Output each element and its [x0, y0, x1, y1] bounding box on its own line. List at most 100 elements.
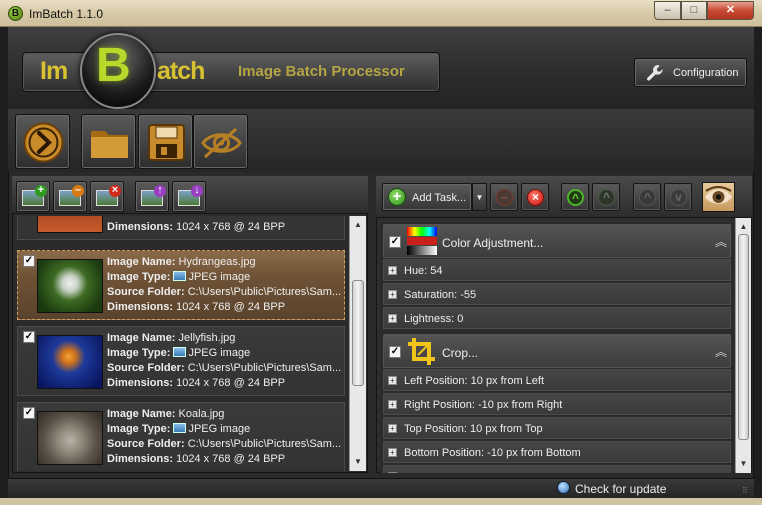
expand-tasks-button[interactable]: ^	[592, 183, 620, 211]
add-task-dropdown[interactable]: ▼	[472, 183, 487, 211]
image-folder: C:\Users\Public\Pictures\Sam...	[187, 286, 342, 298]
image-info: Dimensions: 1024 x 768 @ 24 BPP	[107, 221, 286, 233]
image-folder: C:\Users\Public\Pictures\Sam...	[187, 438, 342, 450]
open-folder-button[interactable]	[81, 114, 136, 169]
window-title: ImBatch 1.1.0	[29, 7, 104, 21]
x-circle-icon: ×	[527, 189, 544, 206]
maximize-button[interactable]: □	[681, 1, 707, 20]
plus-icon: +	[35, 185, 47, 197]
add-image-button[interactable]: +	[16, 181, 50, 212]
arrow-down-icon: ↓	[191, 185, 203, 197]
scrollbar-thumb[interactable]	[352, 280, 364, 386]
title-bar: B ImBatch 1.1.0 – □ ✕	[0, 0, 762, 27]
minimize-button[interactable]: –	[654, 1, 681, 20]
task-list[interactable]: ✓ Color Adjustment... ︽ + Hue: 54 + Satu…	[380, 222, 734, 473]
list-item[interactable]: Dimensions: 1024 x 768 @ 24 BPP	[17, 216, 345, 240]
logo-letter: B	[96, 39, 131, 92]
collapse-chevron-icon[interactable]: ︽	[715, 233, 727, 250]
task-crop[interactable]: ✓ Crop... ︽	[383, 334, 731, 368]
image-type: JPEG image	[188, 423, 251, 435]
remove-image-button[interactable]: –	[53, 181, 87, 212]
app-icon: B	[8, 6, 23, 21]
clear-images-button[interactable]: ×	[90, 181, 124, 212]
expand-plus-icon[interactable]: +	[388, 448, 397, 457]
task-property[interactable]: + Bottom Position: -10 px from Bottom	[383, 441, 731, 463]
image-checkbox[interactable]: ✓	[23, 255, 35, 267]
expand-plus-icon[interactable]: +	[388, 266, 397, 275]
image-name: Hydrangeas.jpg	[178, 256, 256, 268]
task-property[interactable]: + Lightness: 0	[383, 307, 731, 329]
task-down-icon: v	[670, 189, 687, 206]
jpeg-file-icon	[173, 347, 187, 357]
x-icon: ×	[109, 185, 121, 197]
image-checkbox[interactable]: ✓	[23, 331, 35, 343]
image-list-scrollbar[interactable]: ▲ ▼	[349, 216, 366, 471]
task-property[interactable]: + Right Position: -10 px from Right	[383, 393, 731, 415]
list-item-hydrangeas[interactable]: ✓ Image Name: Hydrangeas.jpg Image Type:…	[17, 250, 345, 320]
task-property[interactable]: + Top Position: 10 px from Top	[383, 417, 731, 439]
expand-plus-icon[interactable]: +	[388, 472, 397, 473]
task-checkbox[interactable]: ✓	[389, 236, 401, 248]
move-up-button[interactable]: ↑	[135, 181, 169, 212]
logo-text-left: Im	[40, 57, 68, 85]
image-name: Koala.jpg	[178, 408, 225, 420]
image-dimensions: 1024 x 768 @ 24 BPP	[176, 453, 286, 465]
preview-button[interactable]	[193, 114, 248, 169]
task-property-partial[interactable]: +	[383, 465, 731, 473]
preview-eye-icon	[201, 127, 242, 159]
configuration-button[interactable]: Configuration	[634, 58, 747, 87]
run-button[interactable]	[15, 114, 70, 169]
task-color-adjustment[interactable]: ✓ Color Adjustment... ︽	[383, 224, 731, 258]
move-down-button[interactable]: ↓	[172, 181, 206, 212]
clear-tasks-button[interactable]: ×	[521, 183, 549, 211]
expand-plus-icon[interactable]: +	[388, 290, 397, 299]
scroll-up-arrow-icon[interactable]: ▲	[737, 220, 750, 234]
list-item-jellyfish[interactable]: ✓ Image Name: Jellyfish.jpg Image Type: …	[17, 326, 345, 396]
save-button[interactable]	[138, 114, 193, 169]
check-for-update-link[interactable]: Check for update	[575, 482, 666, 496]
scroll-up-arrow-icon[interactable]: ▲	[351, 218, 365, 232]
task-checkbox[interactable]: ✓	[389, 346, 401, 358]
move-task-down-button[interactable]: v	[664, 183, 692, 211]
wrench-icon	[647, 65, 663, 81]
preview-result-button[interactable]	[702, 182, 735, 212]
move-task-up-button[interactable]: ^	[633, 183, 661, 211]
expand-icon: ^	[598, 189, 615, 206]
resize-grip-icon[interactable]: ⠿	[742, 487, 752, 498]
expand-plus-icon[interactable]: +	[388, 400, 397, 409]
image-list[interactable]: Dimensions: 1024 x 768 @ 24 BPP ✓ Image …	[14, 216, 348, 471]
expand-plus-icon[interactable]: +	[388, 314, 397, 323]
crop-icon	[408, 338, 435, 365]
jpeg-file-icon	[173, 271, 187, 281]
image-checkbox[interactable]: ✓	[23, 407, 35, 419]
close-button[interactable]: ✕	[707, 1, 754, 20]
image-thumbnail	[37, 411, 103, 465]
image-thumbnail	[37, 259, 103, 313]
task-property[interactable]: + Hue: 54	[383, 259, 731, 281]
scrollbar-thumb[interactable]	[738, 234, 749, 440]
expand-plus-icon[interactable]: +	[388, 424, 397, 433]
remove-task-button[interactable]: –	[490, 183, 518, 211]
run-icon	[23, 122, 64, 163]
collapse-chevron-icon[interactable]: ︽	[715, 343, 727, 360]
collapse-up-icon: ^	[567, 189, 584, 206]
list-item-koala[interactable]: ✓ Image Name: Koala.jpg Image Type: JPEG…	[17, 402, 345, 471]
minus-icon: –	[72, 185, 84, 197]
task-property[interactable]: + Left Position: 10 px from Left	[383, 369, 731, 391]
scroll-down-arrow-icon[interactable]: ▼	[351, 455, 365, 469]
add-task-button[interactable]: + Add Task...	[382, 183, 472, 211]
expand-plus-icon[interactable]: +	[388, 376, 397, 385]
image-thumbnail	[37, 216, 103, 233]
jpeg-file-icon	[173, 423, 187, 433]
color-adjustment-icon	[407, 227, 437, 255]
collapse-tasks-button[interactable]: ^	[561, 183, 589, 211]
image-dimensions: 1024 x 768 @ 24 BPP	[176, 221, 286, 233]
image-type: JPEG image	[188, 271, 251, 283]
task-list-scrollbar[interactable]: ▲ ▼	[735, 218, 751, 473]
image-folder: C:\Users\Public\Pictures\Sam...	[187, 362, 342, 374]
task-property[interactable]: + Saturation: -55	[383, 283, 731, 305]
arrow-up-icon: ↑	[154, 185, 166, 197]
logo-subtitle: Image Batch Processor	[238, 63, 405, 80]
scroll-down-arrow-icon[interactable]: ▼	[737, 457, 750, 471]
add-plus-icon: +	[388, 188, 406, 206]
